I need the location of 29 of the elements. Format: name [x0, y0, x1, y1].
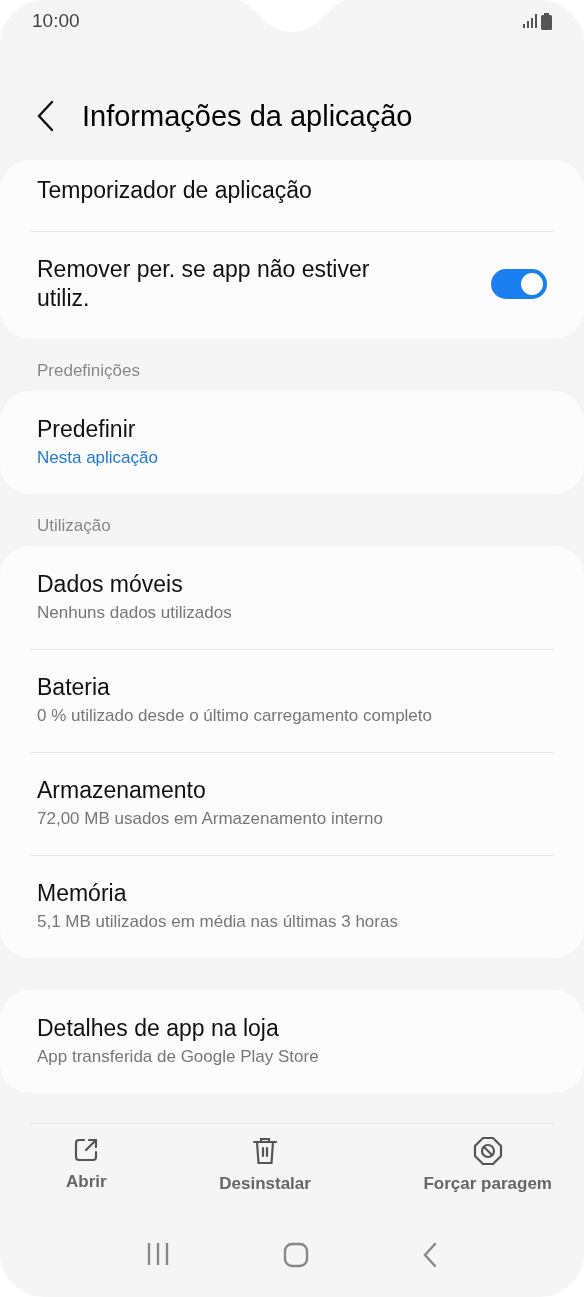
setting-title[interactable]: Remover per. se app não estiver utiliz. [37, 255, 417, 313]
setting-title[interactable]: Dados móveis [37, 570, 232, 599]
trash-icon [251, 1136, 280, 1166]
action-button[interactable]: Abrir [66, 1136, 107, 1194]
setting-subtitle: 72,00 MB usados em Armazenamento interno [37, 809, 383, 829]
setting-title[interactable]: Bateria [37, 673, 432, 702]
action-button[interactable]: Desinstalar [219, 1136, 311, 1194]
setting-subtitle: Nesta aplicação [37, 448, 158, 468]
battery-icon [541, 12, 552, 30]
section-header: Predefinições [36, 360, 141, 382]
setting-title[interactable]: Detalhes de app na loja [37, 1014, 319, 1043]
setting-subtitle: App transferida de Google Play Store [37, 1047, 319, 1067]
action-button[interactable]: Forçar paragem [423, 1136, 552, 1194]
stop-icon [472, 1136, 503, 1166]
back-icon[interactable] [36, 100, 56, 132]
recents-icon[interactable] [146, 1242, 171, 1266]
setting-subtitle: 0 % utilizado desde o último carregamento completo [37, 706, 432, 726]
setting-subtitle: Nenhuns dados utilizados [37, 603, 232, 623]
setting-title[interactable]: Armazenamento [37, 776, 383, 805]
setting-title[interactable]: Predefinir [37, 415, 158, 444]
setting-title[interactable]: Temporizador de aplicação [37, 176, 312, 205]
setting-title[interactable]: Memória [37, 879, 398, 908]
signal-icon [523, 14, 537, 28]
setting-subtitle: 5,1 MB utilizados em média nas últimas 3 horas [37, 912, 398, 932]
page-title: Informações da aplicação [82, 99, 413, 133]
section-header: Utilização [36, 515, 112, 537]
home-icon[interactable] [283, 1242, 309, 1268]
status-time: 10:00 [32, 10, 80, 32]
toggle-switch[interactable] [491, 269, 547, 299]
